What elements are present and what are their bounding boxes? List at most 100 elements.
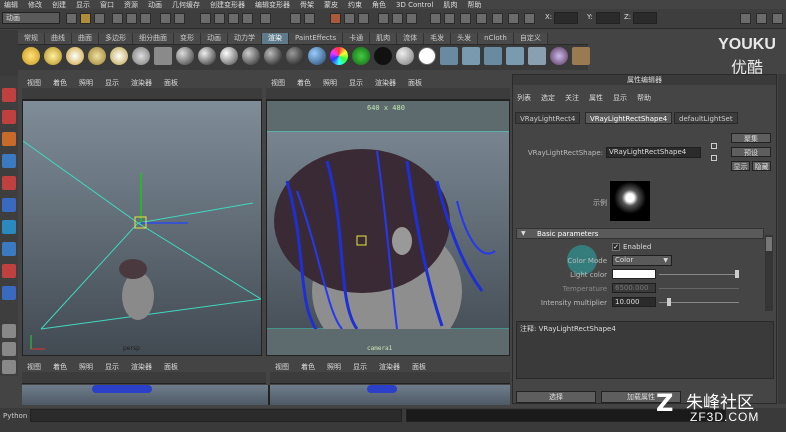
tab-vraylightrect4[interactable]: VRayLightRect4: [515, 112, 581, 124]
menu-constrain[interactable]: 约束: [348, 0, 362, 9]
ae-menu-show[interactable]: 显示: [613, 93, 627, 103]
ae-menu-selected[interactable]: 选定: [541, 93, 555, 103]
open-scene-icon[interactable]: [80, 13, 91, 24]
toggle-tool-settings-icon[interactable]: [756, 13, 767, 24]
menu-character[interactable]: 角色: [372, 0, 386, 9]
manipulator-tool-icon[interactable]: [2, 220, 16, 234]
ae-menu-list[interactable]: 列表: [517, 93, 531, 103]
light-color-swatch[interactable]: [612, 269, 656, 279]
layered-shader-icon[interactable]: [286, 47, 304, 65]
point-light-icon[interactable]: [66, 47, 84, 65]
hypershade-icon[interactable]: [528, 47, 546, 65]
menu-muscle[interactable]: 肌肉: [443, 0, 457, 9]
save-scene-icon[interactable]: [94, 13, 105, 24]
select-hierarchy-icon[interactable]: [112, 13, 123, 24]
history-icon[interactable]: [290, 13, 301, 24]
light-color-slider[interactable]: [659, 274, 739, 275]
right-menu-panels[interactable]: 面板: [408, 78, 422, 88]
show-channel-box-icon[interactable]: [392, 13, 403, 24]
mask-icon[interactable]: [174, 13, 185, 24]
soft-mod-tool-icon[interactable]: [2, 242, 16, 256]
br-menu-show[interactable]: 显示: [353, 362, 367, 372]
toggle-channel-box-icon[interactable]: [772, 13, 783, 24]
layout-single-icon[interactable]: [2, 324, 16, 338]
right-tab-strip[interactable]: [778, 74, 786, 404]
menu-assets[interactable]: 资源: [124, 0, 138, 9]
left-menu-shading[interactable]: 着色: [53, 78, 67, 88]
last-tool-icon[interactable]: [2, 286, 16, 300]
menu-skin[interactable]: 蒙皮: [324, 0, 338, 9]
paint-tool-icon[interactable]: [572, 47, 590, 65]
toggle-attribute-editor-icon[interactable]: [740, 13, 751, 24]
color-mode-dropdown[interactable]: Color ▼: [612, 255, 672, 266]
focus-button[interactable]: 聚集: [731, 133, 771, 143]
surface-shader-icon[interactable]: [352, 47, 370, 65]
select-by-type-icon[interactable]: [160, 13, 171, 24]
render-layer-icon[interactable]: [550, 47, 568, 65]
temperature-field[interactable]: 6500.000: [612, 283, 656, 293]
lasso-tool-icon[interactable]: [2, 110, 16, 124]
go-input-icon[interactable]: [711, 143, 717, 149]
menu-3d-control[interactable]: 3D Control: [396, 1, 433, 9]
menu-create[interactable]: 创建: [52, 0, 66, 9]
shelf-tab-animation[interactable]: 动画: [201, 33, 228, 44]
intensity-slider-handle[interactable]: [667, 298, 671, 306]
show-manipulator-icon[interactable]: [2, 264, 16, 278]
white-ball-icon[interactable]: [418, 47, 436, 65]
menu-display[interactable]: 显示: [76, 0, 90, 9]
transform-input-icon[interactable]: [444, 13, 455, 24]
shelf-tab-general[interactable]: 常规: [18, 33, 45, 44]
shelf-tab-curves[interactable]: 曲线: [45, 33, 72, 44]
select-tool-icon[interactable]: [2, 88, 16, 102]
left-menu-lighting[interactable]: 照明: [79, 78, 93, 88]
shelf-tab-polygons[interactable]: 多边形: [99, 33, 133, 44]
shelf-tab-hair[interactable]: 头发: [451, 33, 479, 44]
menu-modify[interactable]: 修改: [28, 0, 42, 9]
phong-material-icon[interactable]: [220, 47, 238, 65]
new-scene-icon[interactable]: [66, 13, 77, 24]
ae-menu-focus[interactable]: 关注: [565, 93, 579, 103]
relative-mode-icon[interactable]: [460, 13, 471, 24]
bottom-viewports[interactable]: [22, 385, 510, 405]
render-current-icon[interactable]: [462, 47, 480, 65]
volume-light-icon[interactable]: [132, 47, 150, 65]
menu-help[interactable]: 帮助: [467, 0, 481, 9]
menu-window[interactable]: 窗口: [100, 0, 114, 9]
left-menu-renderer[interactable]: 渲染器: [131, 78, 152, 88]
absolute-mode-icon[interactable]: [476, 13, 487, 24]
shelf-tab-deformation[interactable]: 变形: [174, 33, 201, 44]
shelf-tab-subdivs[interactable]: 细分曲面: [133, 33, 174, 44]
intensity-field[interactable]: 10.000: [612, 297, 656, 307]
notes-panel[interactable]: 注释: VRayLightRectShape4: [516, 321, 774, 379]
go-output-icon[interactable]: [711, 155, 717, 161]
snap-point-icon[interactable]: [228, 13, 239, 24]
right-menu-show[interactable]: 显示: [349, 78, 363, 88]
shelf-tab-muscle[interactable]: 肌肉: [370, 33, 398, 44]
area-light-icon[interactable]: [110, 47, 128, 65]
shelf-tab-painteffects[interactable]: PaintEffects: [289, 33, 344, 44]
bl-menu-view[interactable]: 视图: [27, 362, 41, 372]
tab-defaultlightset[interactable]: defaultLightSet: [674, 112, 738, 124]
select-mode-icon[interactable]: [508, 13, 519, 24]
tab-vraylightrectshape4[interactable]: VRayLightRectShape4: [585, 112, 673, 124]
layout-two-icon[interactable]: [2, 360, 16, 374]
right-menu-view[interactable]: 视图: [271, 78, 285, 88]
br-menu-view[interactable]: 视图: [275, 362, 289, 372]
scale-tool-icon[interactable]: [2, 198, 16, 212]
ae-menu-help[interactable]: 帮助: [637, 93, 651, 103]
enabled-checkbox[interactable]: ✓: [612, 243, 620, 251]
left-menu-show[interactable]: 显示: [105, 78, 119, 88]
left-menu-panels[interactable]: 面板: [164, 78, 178, 88]
y-field[interactable]: [596, 12, 620, 24]
right-menu-renderer[interactable]: 渲染器: [375, 78, 396, 88]
show-outliner-icon[interactable]: [378, 13, 389, 24]
select-button[interactable]: 选择: [516, 391, 596, 403]
rename-mode-icon[interactable]: [492, 13, 503, 24]
color-ramp-icon[interactable]: [330, 47, 348, 65]
ambient-light-icon[interactable]: [22, 47, 40, 65]
shelf-tab-fur[interactable]: 毛发: [424, 33, 452, 44]
layout-four-icon[interactable]: [2, 342, 16, 356]
ipr-icon[interactable]: [484, 47, 502, 65]
show-button[interactable]: 显示: [731, 161, 750, 171]
attribute-scrollbar-thumb[interactable]: [766, 237, 772, 251]
